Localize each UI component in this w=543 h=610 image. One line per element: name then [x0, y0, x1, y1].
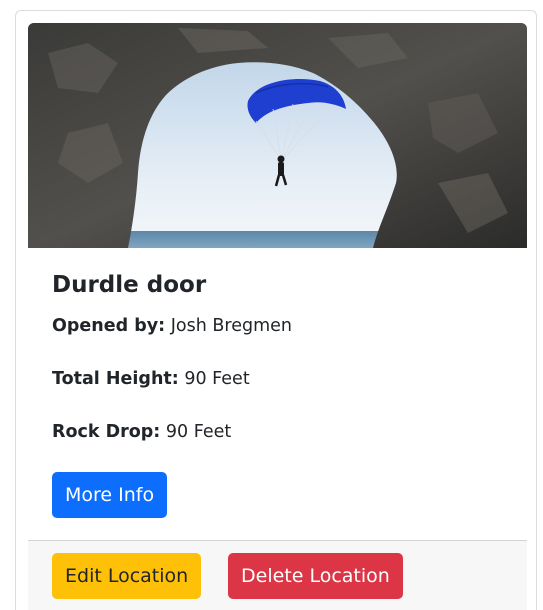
location-card: Durdle door Opened by: Josh Bregmen Tota…	[15, 10, 537, 610]
rock-drop-label: Rock Drop:	[52, 422, 161, 442]
rock-drop-value: 90 Feet	[165, 422, 232, 442]
delete-location-button[interactable]: Delete Location	[228, 553, 403, 599]
total-height-line: Total Height: 90 Feet	[52, 367, 250, 391]
location-photo	[28, 23, 527, 248]
opened-by-line: Opened by: Josh Bregmen	[52, 314, 292, 338]
opened-by-label: Opened by:	[52, 316, 166, 336]
durdle-door-image	[28, 23, 527, 248]
card-footer: Edit Location Delete Location	[28, 540, 527, 610]
total-height-value: 90 Feet	[184, 369, 250, 389]
location-title: Durdle door	[52, 272, 207, 298]
opened-by-value: Josh Bregmen	[170, 316, 292, 336]
rock-drop-line: Rock Drop: 90 Feet	[52, 420, 231, 444]
total-height-label: Total Height:	[52, 369, 179, 389]
card-body: Durdle door Opened by: Josh Bregmen Tota…	[52, 269, 512, 442]
edit-location-button[interactable]: Edit Location	[52, 553, 202, 599]
more-info-button[interactable]: More Info	[52, 472, 168, 518]
